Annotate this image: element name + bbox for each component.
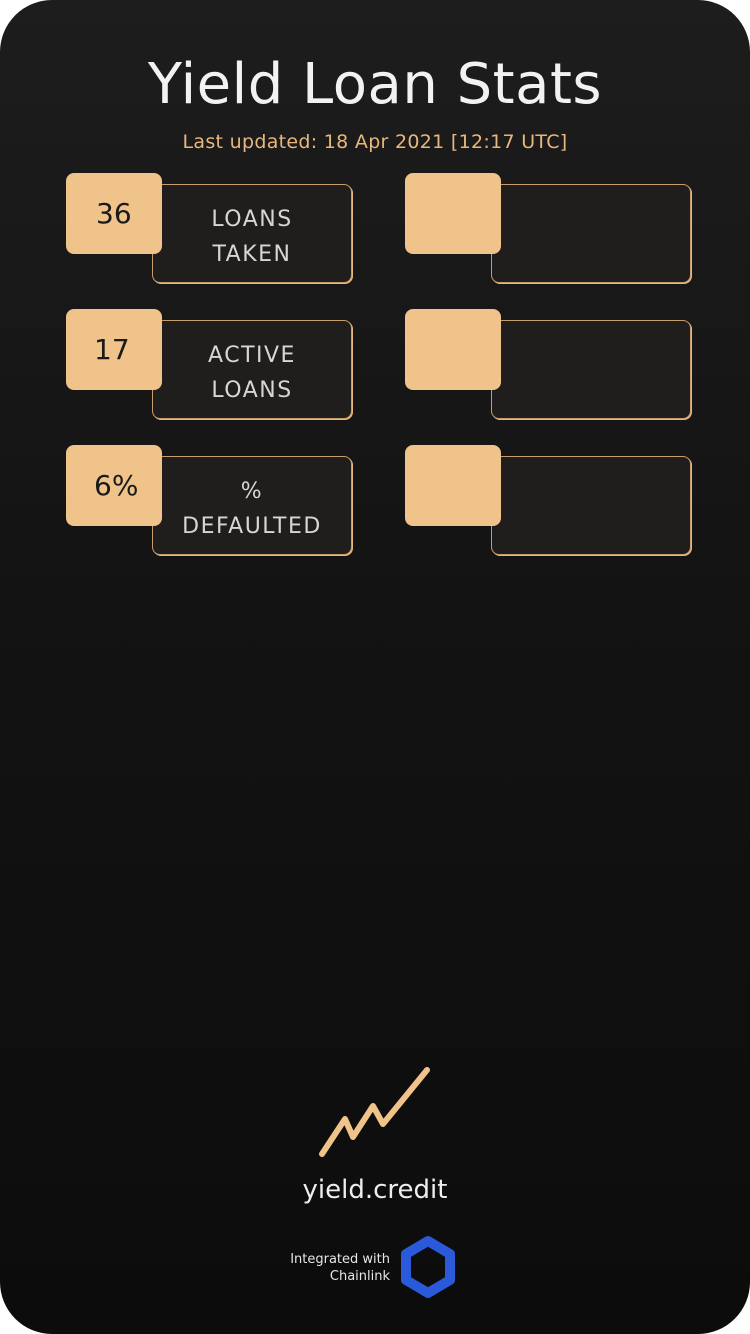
stat-card (491, 184, 691, 283)
chainlink-hexagon-icon (401, 1236, 455, 1298)
stat-card: LOANS TAKEN (152, 184, 352, 283)
stat-value-badge: 17 (66, 309, 162, 390)
stat-value-badge: 36 (66, 173, 162, 254)
stat-defaulted: % DEFAULTED 6% (66, 445, 356, 557)
last-updated-text: Last updated: 18 Apr 2021 [12:17 UTC] (182, 131, 568, 153)
stat-empty-2 (405, 309, 695, 421)
stat-active-loans: ACTIVE LOANS 17 (66, 309, 356, 421)
brand-name: yield.credit (302, 1175, 448, 1205)
stat-label-line2: TAKEN (212, 242, 292, 267)
stat-empty-1 (405, 173, 695, 285)
stat-loans-taken: LOANS TAKEN 36 (66, 173, 356, 285)
stat-value-badge (405, 445, 501, 526)
stat-card: % DEFAULTED (152, 456, 352, 555)
app-screen: Yield Loan Stats Last updated: 18 Apr 20… (0, 0, 750, 1334)
stat-label-line2: DEFAULTED (182, 514, 322, 539)
stat-value-badge: 6% (66, 445, 162, 526)
zigzag-chart-icon (319, 1067, 430, 1157)
integration-line2: Chainlink (329, 1269, 390, 1284)
page-title: Yield Loan Stats (147, 52, 603, 117)
stat-card: ACTIVE LOANS (152, 320, 352, 419)
integration-text: Integrated with Chainlink (270, 1251, 390, 1285)
stat-label: % DEFAULTED (153, 474, 351, 544)
stat-label: ACTIVE LOANS (153, 338, 351, 408)
stat-label: LOANS TAKEN (153, 202, 351, 272)
stat-label-line2: LOANS (211, 378, 293, 403)
stat-value-badge (405, 173, 501, 254)
stat-label-line1: % (240, 479, 264, 504)
stat-card (491, 320, 691, 419)
stat-empty-3 (405, 445, 695, 557)
stat-label-line1: LOANS (211, 207, 293, 232)
integration-line1: Integrated with (290, 1252, 390, 1267)
stat-label-line1: ACTIVE (208, 343, 296, 368)
stat-card (491, 456, 691, 555)
stat-value-badge (405, 309, 501, 390)
